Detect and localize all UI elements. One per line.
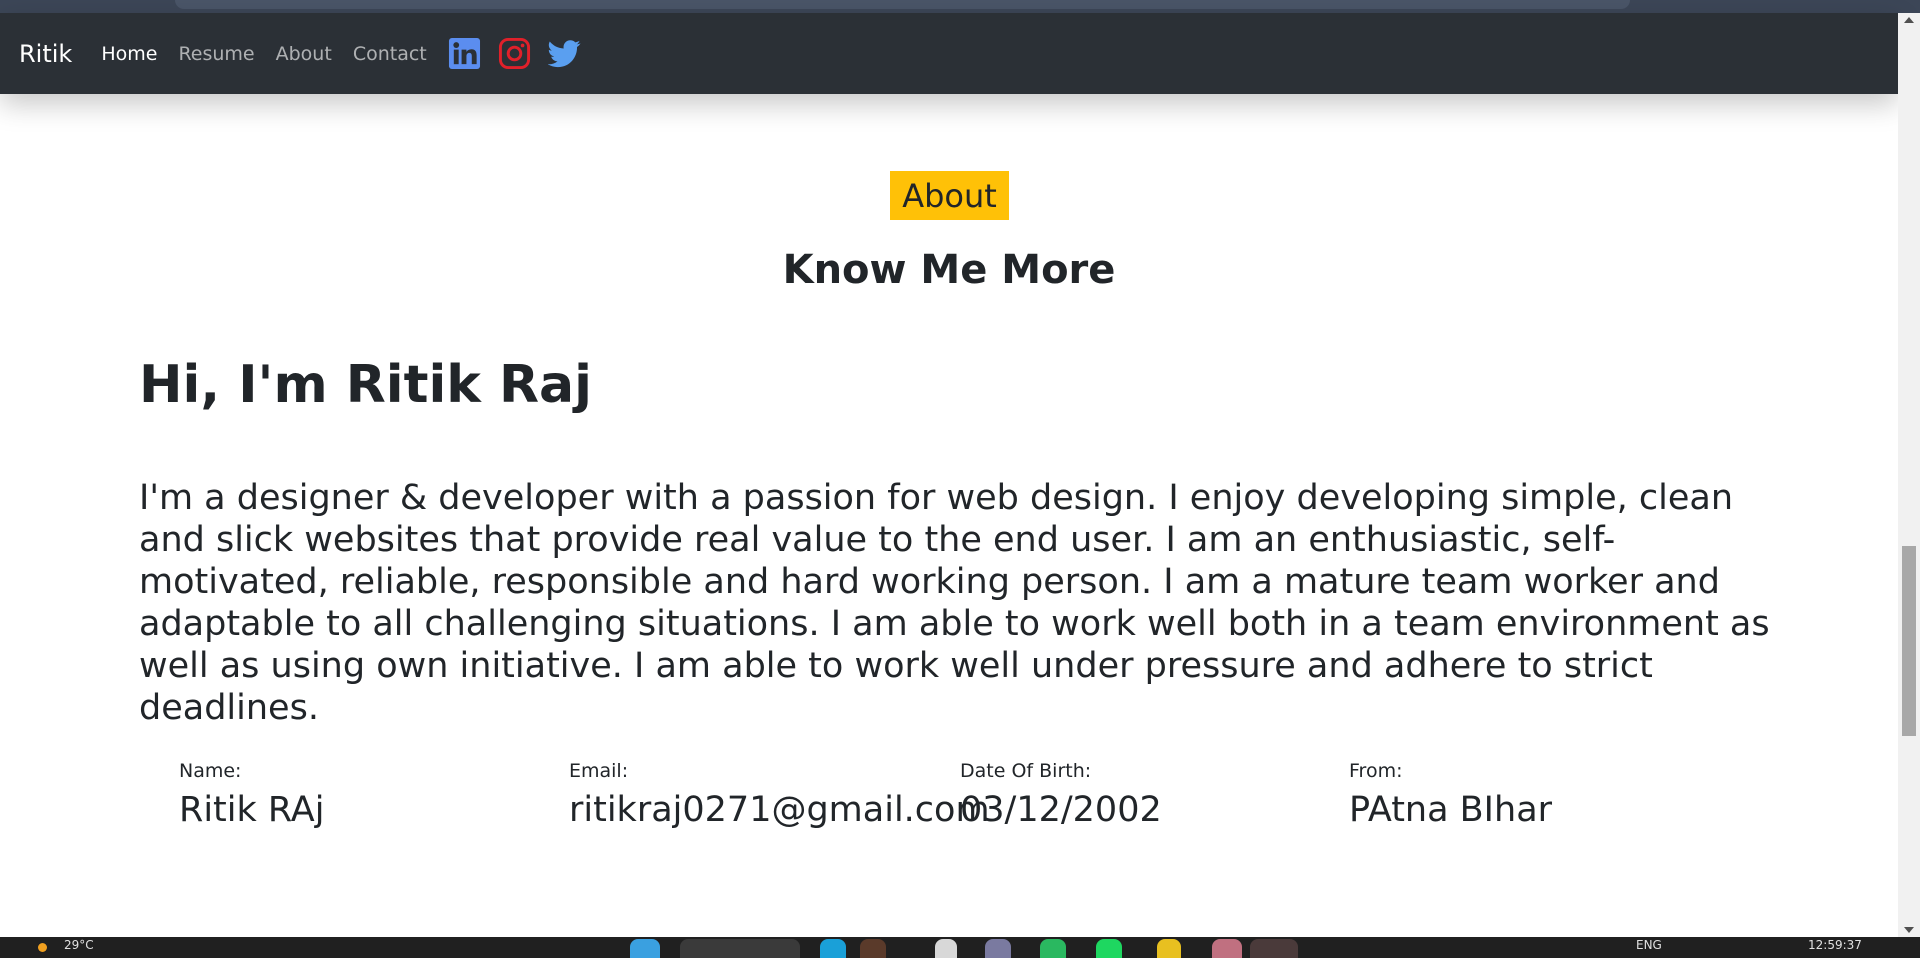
info-value: 03/12/2002 xyxy=(960,790,1162,830)
app-icon[interactable] xyxy=(1212,939,1242,958)
nav-link-contact[interactable]: Contact xyxy=(353,43,427,65)
navbar-brand[interactable]: Ritik xyxy=(19,40,72,68)
info-label: Date Of Birth: xyxy=(960,760,1092,782)
navbar: Ritik Home Resume About Contact xyxy=(0,13,1898,94)
instagram-icon[interactable] xyxy=(498,37,531,70)
app-icon-active[interactable] xyxy=(1250,939,1298,958)
weather-icon[interactable] xyxy=(38,943,47,952)
info-dob: Date Of Birth: 03/12/2002 xyxy=(960,760,1350,830)
language-indicator[interactable]: ENG xyxy=(1636,938,1662,952)
app-icon[interactable] xyxy=(1157,939,1181,958)
file-icon[interactable] xyxy=(935,939,957,958)
twitter-icon[interactable] xyxy=(547,37,581,70)
social-links xyxy=(448,37,598,70)
edge-icon[interactable] xyxy=(820,939,846,958)
nav-link-about[interactable]: About xyxy=(276,43,332,65)
page-scrollbar[interactable] xyxy=(1898,13,1920,937)
scroll-down-arrow-icon[interactable] xyxy=(1904,927,1914,933)
spotify-icon[interactable] xyxy=(1096,939,1122,958)
intro-heading: Hi, I'm Ritik Raj xyxy=(139,355,592,415)
taskbar: 29°C ENG 12:59:37 xyxy=(0,937,1920,958)
info-from: From: PAtna BIhar xyxy=(1349,760,1739,830)
bio-paragraph: I'm a designer & developer with a passio… xyxy=(139,478,1770,728)
section-subtitle: Know Me More xyxy=(782,247,1116,293)
info-value: Ritik RAj xyxy=(179,790,325,830)
info-label: From: xyxy=(1349,760,1403,782)
info-label: Email: xyxy=(569,760,629,782)
app-icon[interactable] xyxy=(860,939,886,958)
weather-temp[interactable]: 29°C xyxy=(64,938,94,952)
info-label: Name: xyxy=(179,760,242,782)
browser-chrome xyxy=(0,0,1920,13)
whatsapp-icon[interactable] xyxy=(1040,939,1066,958)
app-icon[interactable] xyxy=(985,939,1011,958)
info-value: ritikraj0271@gmail.com xyxy=(569,790,990,830)
search-box[interactable] xyxy=(680,939,800,958)
info-name: Name: Ritik RAj xyxy=(179,760,569,830)
about-badge: About xyxy=(890,171,1009,220)
info-value: PAtna BIhar xyxy=(1349,790,1553,830)
scroll-thumb[interactable] xyxy=(1902,546,1916,736)
nav-link-home[interactable]: Home xyxy=(101,43,157,65)
scroll-up-arrow-icon[interactable] xyxy=(1904,17,1914,23)
clock[interactable]: 12:59:37 xyxy=(1808,938,1862,952)
start-icon[interactable] xyxy=(630,939,660,958)
nav-link-resume[interactable]: Resume xyxy=(178,43,254,65)
linkedin-icon[interactable] xyxy=(448,37,481,70)
info-email: Email: ritikraj0271@gmail.com xyxy=(569,760,990,830)
address-bar[interactable] xyxy=(175,0,1630,9)
